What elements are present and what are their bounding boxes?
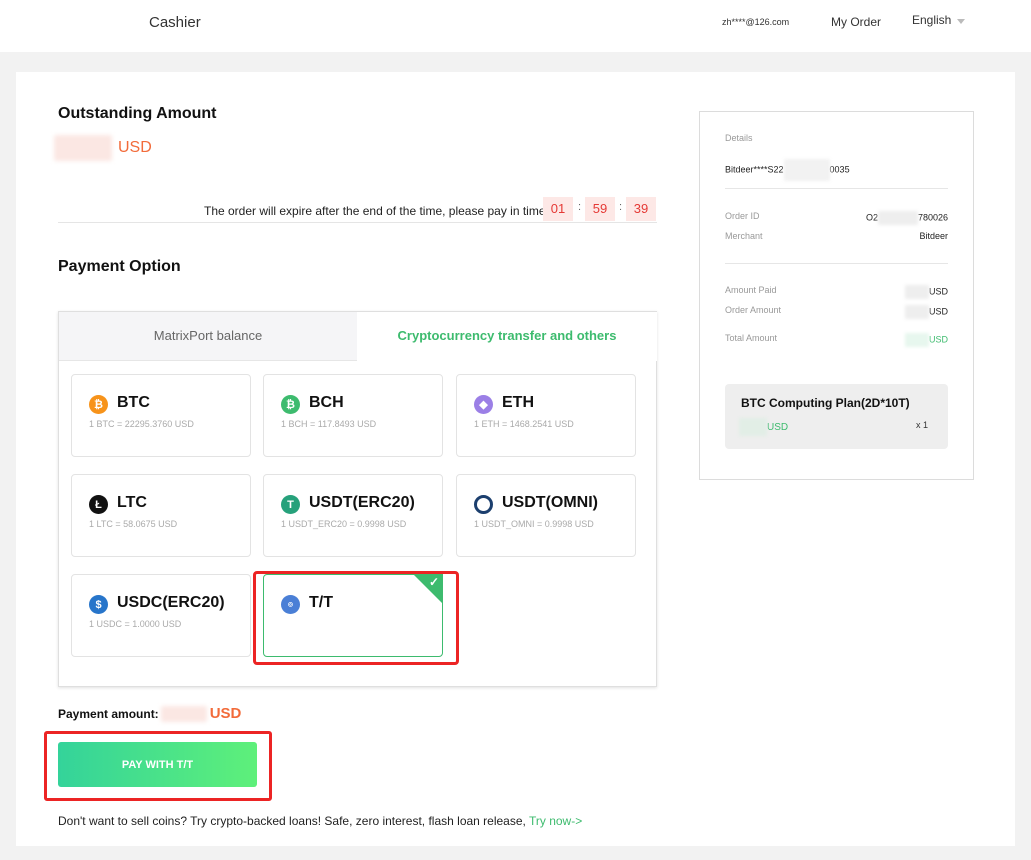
order-amount-value: USD [904,305,948,319]
outstanding-amount: USD [54,135,152,161]
tab-crypto-transfer[interactable]: Cryptocurrency transfer and others [357,312,657,361]
coin-card-tt[interactable]: ◎ T/T ✓ [263,574,443,657]
swift-icon: ◎ [281,595,300,614]
order-id-value: O2 780026 [866,211,948,225]
coin-name: BTC [117,394,150,411]
blurred-text [783,159,830,181]
product-code-prefix: Bitdeer****S22 [725,164,784,175]
merchant-value: Bitdeer [919,231,948,241]
usdt-icon: T [281,495,300,514]
blurred-text [877,211,918,225]
timer-separator: : [619,201,623,213]
expiry-message: The order will expire after the end of t… [204,204,546,218]
divider [725,263,948,264]
order-id-label: Order ID [725,211,760,221]
usdc-icon: $ [89,595,108,614]
my-order-link[interactable]: My Order [831,15,881,29]
blurred-text [904,285,929,299]
outstanding-title: Outstanding Amount [58,105,217,122]
blurred-text [739,418,767,436]
amount-paid-currency: USD [928,286,948,297]
expiry-row: The order will expire after the end of t… [58,197,657,223]
coin-card-eth[interactable]: ◆ ETH 1 ETH = 1468.2541 USD [456,374,636,457]
tab-matrixport-balance[interactable]: MatrixPort balance [59,312,357,361]
amount-paid-value: USD [904,285,948,299]
coin-card-ltc[interactable]: Ł LTC 1 LTC = 58.0675 USD [71,474,251,557]
order-id-suffix: 780026 [917,212,948,223]
language-label: English [912,13,952,27]
blurred-text [904,333,929,347]
blurred-amount [54,135,112,161]
btc-icon: ₿ [89,395,108,414]
coin-card-usdc[interactable]: $ USDC(ERC20) 1 USDC = 1.0000 USD [71,574,251,657]
order-details-panel: Details Bitdeer****S22 0035 Order ID O2 78… [699,111,974,480]
timer-separator: : [578,201,582,213]
coin-card-bch[interactable]: ₿ BCH 1 BCH = 117.8493 USD [263,374,443,457]
coin-rate: 1 USDT_ERC20 = 0.9998 USD [281,519,407,529]
blurred-text [904,305,929,319]
payment-amount-label: Payment amount: [58,706,159,721]
coin-name: BCH [309,394,344,411]
payment-amount-currency: USD [209,705,242,722]
payment-panel: MatrixPort balance Cryptocurrency transf… [58,311,657,687]
coin-card-usdt-omni[interactable]: USDT(OMNI) 1 USDT_OMNI = 0.9998 USD [456,474,636,557]
top-bar: Cashier zh****@126.com My Order English [0,0,1031,52]
loan-promo-text: Don't want to sell coins? Try crypto-bac… [58,814,529,828]
divider [725,188,948,189]
bch-icon: ₿ [281,395,300,414]
coin-card-btc[interactable]: ₿ BTC 1 BTC = 22295.3760 USD [71,374,251,457]
amount-paid-label: Amount Paid [725,285,777,295]
coin-name: LTC [117,494,147,511]
user-email[interactable]: zh****@126.com [722,17,789,27]
language-select[interactable]: English [912,13,966,27]
coin-name: USDC(ERC20) [117,594,225,611]
check-icon: ✓ [428,575,439,589]
coin-rate: 1 BTC = 22295.3760 USD [89,419,194,429]
coin-name: ETH [502,394,534,411]
coin-name: T/T [309,594,333,611]
coin-card-usdt-erc20[interactable]: T USDT(ERC20) 1 USDT_ERC20 = 0.9998 USD [263,474,443,557]
plan-currency: USD [767,421,789,433]
coin-rate: 1 USDC = 1.0000 USD [89,619,182,629]
total-amount-currency: USD [928,334,948,345]
coin-name: USDT(OMNI) [502,494,598,511]
ltc-icon: Ł [89,495,108,514]
total-amount-value: USD [904,333,948,347]
plan-title: BTC Computing Plan(2D*10T) [741,396,910,410]
total-amount-label: Total Amount [725,333,778,343]
order-id-prefix: O2 [865,212,878,223]
coin-rate: 1 BCH = 117.8493 USD [281,419,377,429]
outstanding-currency: USD [118,139,152,156]
eth-icon: ◆ [474,395,493,414]
try-now-link[interactable]: Try now-> [529,814,582,828]
pay-with-tt-button[interactable]: PAY WITH T/T [58,742,257,787]
merchant-label: Merchant [725,231,763,241]
product-code-suffix: 0035 [829,164,850,175]
brand-title: Cashier [149,14,201,31]
order-amount-currency: USD [928,306,948,317]
plan-quantity: x 1 [915,420,928,430]
coin-name: USDT(ERC20) [309,494,415,511]
details-title: Details [725,133,753,143]
blurred-amount [160,705,207,722]
coin-rate: 1 ETH = 1468.2541 USD [474,419,574,429]
coin-rate: 1 USDT_OMNI = 0.9998 USD [474,519,594,529]
order-amount-label: Order Amount [725,305,782,315]
loan-promo: Don't want to sell coins? Try crypto-bac… [58,814,582,828]
product-code: Bitdeer****S22 0035 [725,159,850,181]
timer-minutes: 59 [585,197,615,221]
payment-amount-row: Payment amount: USD [58,705,241,722]
payment-option-title: Payment Option [58,258,181,275]
coin-rate: 1 LTC = 58.0675 USD [89,519,178,529]
plan-price: USD [739,418,788,436]
timer-seconds: 39 [626,197,656,221]
plan-summary: BTC Computing Plan(2D*10T) USD x 1 [725,384,948,449]
chevron-down-icon [957,18,966,24]
omni-icon [474,495,493,514]
timer-hours: 01 [543,197,573,221]
